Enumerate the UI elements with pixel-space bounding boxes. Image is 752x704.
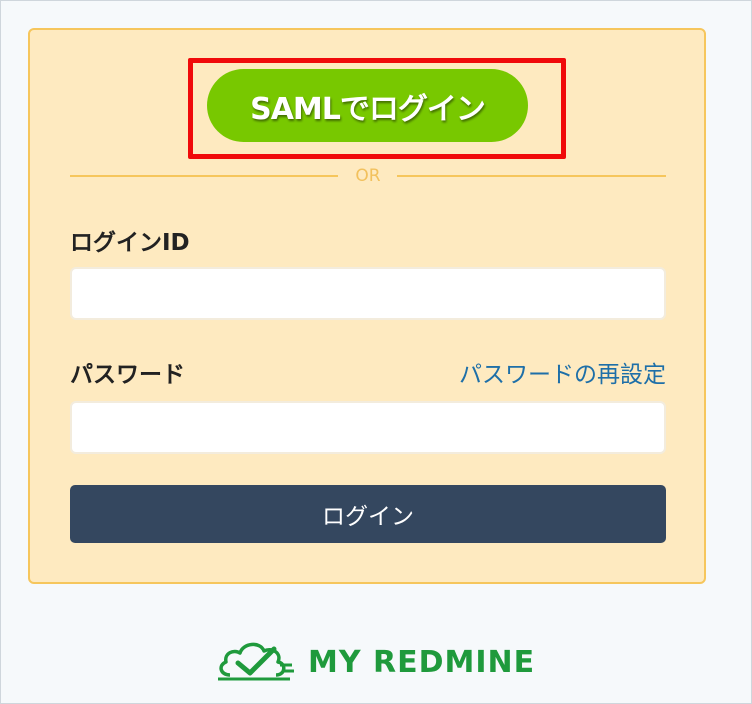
- login-button[interactable]: ログイン: [70, 485, 666, 543]
- password-label: パスワード: [70, 362, 185, 388]
- divider-line-right: [397, 175, 666, 177]
- login-id-label: ログインID: [70, 230, 190, 256]
- login-id-input[interactable]: [70, 267, 666, 320]
- highlight-box: [188, 58, 566, 159]
- brand-logo: MY REDMINE: [216, 637, 535, 687]
- divider-or-text: OR: [355, 166, 381, 186]
- logo-text: MY REDMINE: [308, 644, 536, 680]
- reset-password-link[interactable]: パスワードの再設定: [459, 355, 666, 389]
- password-input[interactable]: [70, 401, 666, 454]
- divider-line-left: [70, 175, 338, 177]
- cloud-check-icon: [216, 635, 296, 689]
